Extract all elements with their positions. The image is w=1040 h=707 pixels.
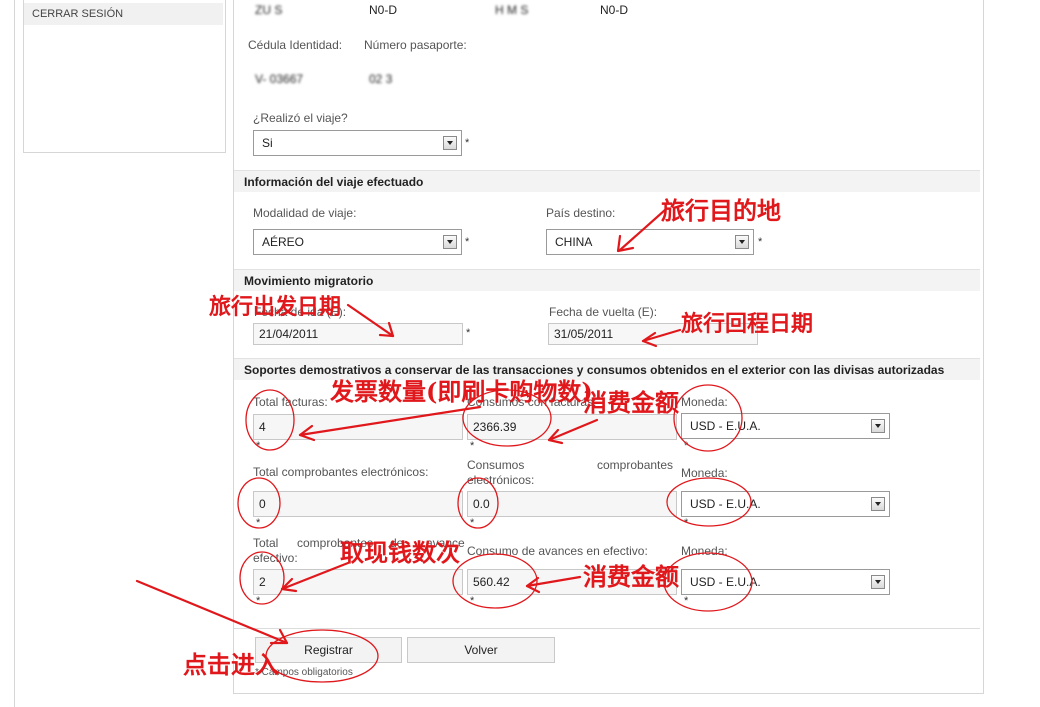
trip-done-value: Si [262, 136, 273, 150]
moneda-label: Moneda: [681, 395, 728, 409]
annotation-destination: 旅行目的地 [661, 196, 781, 225]
total-comprobantes-input[interactable]: 0 [253, 491, 463, 517]
total-avance-label-a: Total [253, 536, 279, 550]
left-border [14, 0, 15, 707]
moneda-value: USD - E.U.A. [690, 575, 761, 589]
required-mark: * [758, 236, 763, 248]
annotation-click: 点击进入 [183, 650, 279, 679]
total-comprobantes-label: Total comprobantes electrónicos: [253, 465, 429, 479]
cedula-label: Cédula Identidad: [248, 38, 343, 52]
surname-value: ZU S [255, 3, 283, 17]
dropdown-arrow-icon[interactable] [443, 235, 457, 249]
required-mark: * [684, 440, 689, 452]
trip-done-select[interactable]: Si [253, 130, 462, 156]
consumos-comprobantes-label-a: Consumos [467, 458, 525, 472]
dropdown-arrow-icon[interactable] [871, 575, 885, 589]
required-mark: * [684, 595, 689, 607]
modalidad-value: AÉREO [262, 235, 305, 249]
consumo-avances-label: Consumo de avances en efectivo: [467, 544, 648, 558]
total-avance-label-e: efectivo: [253, 551, 298, 565]
required-mark: * [466, 327, 471, 339]
total-facturas-label: Total facturas: [253, 395, 328, 409]
moneda-label: Moneda: [681, 466, 728, 480]
moneda-select-2[interactable]: USD - E.U.A. [681, 491, 890, 517]
required-mark: * [465, 137, 470, 149]
section-migration-title: Movimiento migratorio [234, 269, 980, 291]
modalidad-label: Modalidad de viaje: [253, 206, 357, 220]
trip-done-label: ¿Realizó el viaje? [253, 111, 348, 125]
dropdown-arrow-icon[interactable] [871, 419, 885, 433]
annotation-spend-2: 消费金额 [583, 562, 679, 591]
dropdown-arrow-icon[interactable] [871, 497, 885, 511]
annotation-departure: 旅行出发日期 [209, 294, 342, 320]
moneda-value: USD - E.U.A. [690, 497, 761, 511]
pais-label: País destino: [546, 206, 616, 220]
consumos-comprobantes-label-c: electrónicos: [467, 473, 535, 487]
dropdown-arrow-icon[interactable] [735, 235, 749, 249]
annotation-cash: 取现钱数次 [340, 538, 460, 567]
required-mark: * [256, 517, 261, 529]
fecha-vuelta-label: Fecha de vuelta (E): [549, 305, 658, 319]
cedula-value: V- 03667 [255, 72, 304, 86]
pais-select[interactable]: CHINA [546, 229, 754, 255]
dropdown-arrow-icon[interactable] [443, 136, 457, 150]
pasaporte-value: 02 3 [369, 72, 393, 86]
moneda-select-1[interactable]: USD - E.U.A. [681, 413, 890, 439]
volver-button[interactable]: Volver [407, 637, 555, 663]
annotation-return: 旅行回程日期 [681, 311, 814, 337]
section-trip-title: Información del viaje efectuado [234, 170, 980, 192]
required-mark: * [256, 595, 261, 607]
required-mark: * [470, 595, 475, 607]
name-code: N0-D [600, 3, 629, 17]
fecha-ida-input[interactable]: 21/04/2011 [253, 323, 463, 345]
name-value: H M S [495, 3, 529, 17]
modalidad-select[interactable]: AÉREO [253, 229, 462, 255]
annotation-spend-1: 消费金额 [583, 388, 679, 417]
moneda-value: USD - E.U.A. [690, 419, 761, 433]
moneda-label: Moneda: [681, 544, 728, 558]
pasaporte-label: Número pasaporte: [364, 38, 467, 52]
moneda-select-3[interactable]: USD - E.U.A. [681, 569, 890, 595]
consumos-comprobantes-label-b: comprobantes [597, 458, 674, 472]
actions-divider [234, 628, 980, 629]
required-mark: * [470, 440, 475, 452]
pais-value: CHINA [555, 235, 593, 249]
consumos-comprobantes-input[interactable]: 0.0 [467, 491, 677, 517]
required-mark: * [684, 517, 689, 529]
annotation-invoices: 发票数量(即刷卡购物数) [330, 377, 593, 406]
total-facturas-input[interactable]: 4 [253, 414, 463, 440]
required-mark: * [470, 517, 475, 529]
required-mark: * [256, 440, 261, 452]
logout-link[interactable]: CERRAR SESIÓN [24, 3, 223, 25]
surname-code: N0-D [369, 3, 398, 17]
total-avance-input[interactable]: 2 [253, 569, 463, 595]
required-mark: * [465, 236, 470, 248]
